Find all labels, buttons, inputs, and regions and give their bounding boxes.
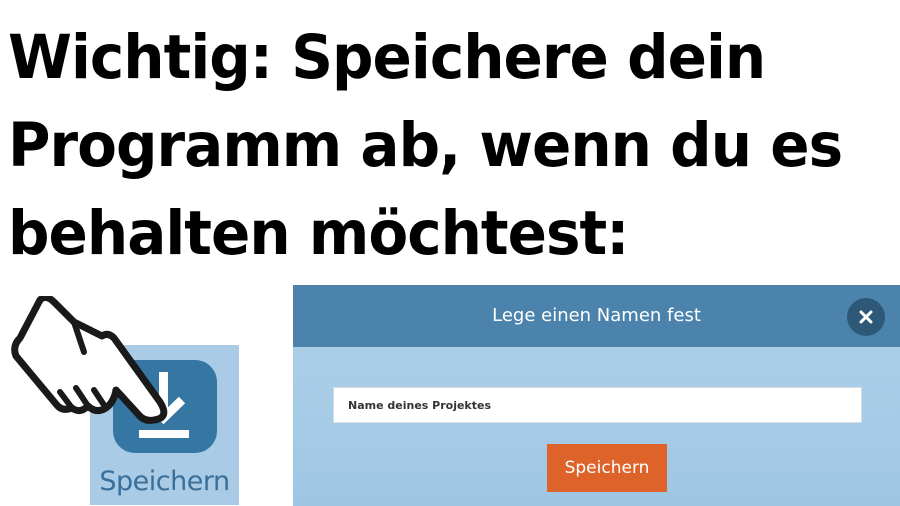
save-button[interactable]: Speichern (547, 444, 667, 492)
headline-line-1: Wichtig: Speichere dein (8, 22, 766, 93)
dialog-title: Lege einen Namen fest (492, 305, 701, 326)
close-icon (859, 310, 873, 324)
headline-line-3: behalten möchtest: (8, 198, 629, 269)
save-dialog: Lege einen Namen fest Speichern (293, 285, 900, 506)
headline-line-2: Programm ab, wenn du es (8, 110, 843, 181)
pointing-hand-icon (11, 296, 168, 424)
dialog-header: Lege einen Namen fest (293, 285, 900, 347)
headline: Wichtig: Speichere dein Programm ab, wen… (8, 14, 849, 278)
close-button[interactable] (847, 298, 885, 336)
save-tile-label: Speichern (99, 466, 230, 497)
project-name-input[interactable] (333, 387, 862, 423)
